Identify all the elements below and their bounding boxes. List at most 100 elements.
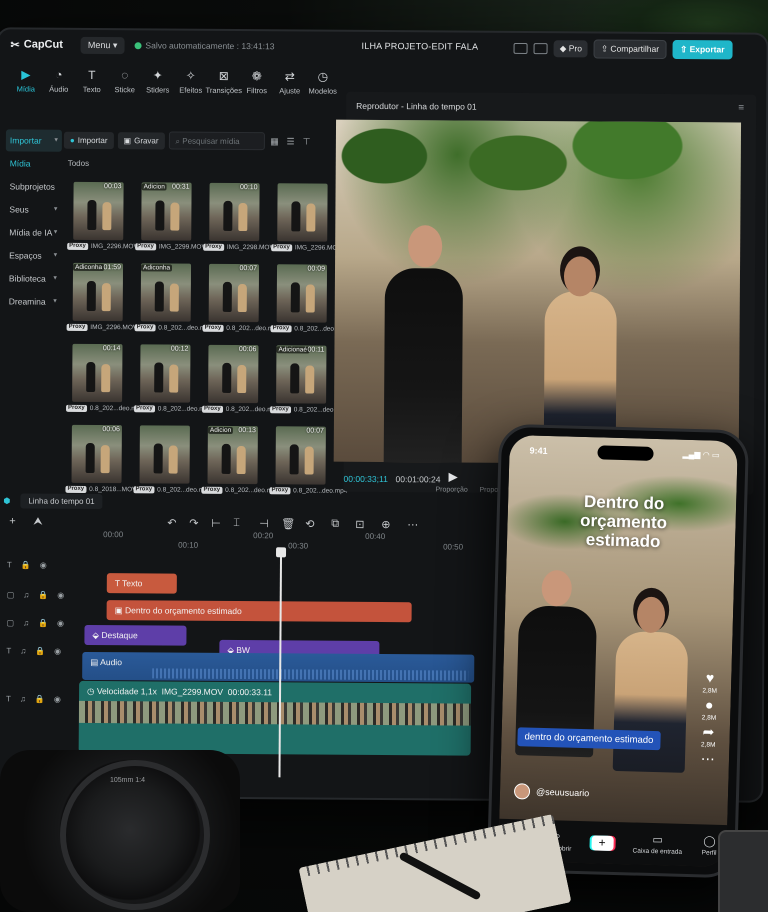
redo-icon[interactable]: ↷: [189, 517, 198, 530]
username-row[interactable]: @seuusuario: [513, 783, 590, 801]
media-item[interactable]: 00:07 Proxy 0.8_202...deo.mp4: [269, 426, 347, 501]
tab-filters[interactable]: ❁ Filtros: [241, 63, 272, 129]
player-menu-icon[interactable]: ≡: [738, 102, 744, 113]
media-item[interactable]: Proxy IMG_2296.MOV: [271, 183, 342, 258]
media-thumbnail[interactable]: 00:06: [71, 424, 122, 484]
media-item[interactable]: 00:03 Proxy IMG_2296.MOV: [67, 181, 138, 257]
phone-nav-create[interactable]: +: [590, 834, 614, 851]
export-button[interactable]: ⇧ Exportar: [672, 40, 733, 60]
text-clip[interactable]: T Texto: [106, 573, 177, 594]
media-item[interactable]: 00:06 Proxy 0.8_2018...MOV: [65, 424, 137, 500]
media-thumbnail[interactable]: 00:07: [275, 426, 326, 485]
media-thumbnail[interactable]: Adiconha 01:59: [72, 262, 124, 322]
media-thumbnail[interactable]: Adiconha: [140, 263, 192, 322]
play-icon[interactable]: ▶: [449, 469, 458, 483]
reverse-icon[interactable]: ⟲: [305, 517, 314, 530]
nav-item-2[interactable]: Subprojetos: [6, 175, 62, 197]
aspect-ratio-label[interactable]: Proporção: [435, 486, 467, 493]
comment-icon[interactable]: ●: [705, 696, 714, 712]
nav-item-6[interactable]: Biblioteca ▾: [5, 267, 61, 289]
media-thumbnail[interactable]: 00:06: [208, 344, 259, 404]
nav-item-0[interactable]: Importar ▾: [5, 129, 62, 152]
media-item[interactable]: 00:09 Proxy 0.8_202...deo.mp4: [270, 264, 349, 339]
media-thumbnail[interactable]: 00:03: [73, 181, 124, 241]
share-icon[interactable]: ➦: [702, 723, 714, 739]
media-thumbnail[interactable]: [139, 425, 190, 484]
nav-item-7[interactable]: Dreamina ▾: [5, 290, 61, 312]
tab-effects[interactable]: ✧ Efeitos: [175, 63, 206, 129]
media-item[interactable]: Proxy 0.8_202...deo.mp4: [133, 425, 211, 500]
pro-button[interactable]: ◆ Pro: [553, 40, 589, 58]
media-thumbnail[interactable]: Adicionaé 00:11: [276, 345, 327, 404]
media-thumbnail[interactable]: 00:10: [209, 182, 260, 242]
nav-item-4[interactable]: Mídia de IA ▾: [5, 221, 61, 243]
timeline-tab[interactable]: Linha do tempo 01: [20, 492, 103, 509]
nav-item-3[interactable]: Seus ▾: [5, 198, 61, 220]
eye-icon[interactable]: ◉: [54, 695, 61, 704]
split-left-icon[interactable]: ⊢: [211, 517, 221, 530]
more-icon[interactable]: ⋯: [407, 518, 418, 531]
tab-adjust[interactable]: ⇄ Ajuste: [274, 63, 305, 129]
pointer-icon[interactable]: ⮝: [33, 516, 42, 529]
tab-transitions[interactable]: ⊠ Transições: [206, 63, 242, 129]
eye-icon[interactable]: ◉: [40, 561, 47, 570]
share-button[interactable]: ⇪ Compartilhar: [593, 39, 667, 59]
lock-icon[interactable]: 🔒: [35, 695, 45, 704]
import-button[interactable]: ● Importar: [63, 131, 114, 149]
more-dots-icon[interactable]: ⋯: [701, 750, 715, 766]
split-icon[interactable]: ⌶: [233, 517, 240, 530]
checkbox-icon[interactable]: ▢: [7, 618, 15, 627]
heart-icon[interactable]: ♥: [706, 669, 715, 685]
add-icon[interactable]: +: [9, 515, 16, 527]
phone-nav-inbox[interactable]: ▭ Caixa de entrada: [632, 832, 682, 856]
crop-icon[interactable]: ⊡: [355, 518, 364, 531]
split-right-icon[interactable]: ⊣: [259, 517, 269, 530]
highlight-clip[interactable]: ⬙ Destaque: [84, 624, 187, 646]
media-thumbnail[interactable]: 00:07: [208, 263, 260, 323]
tab-audio[interactable]: ◔ Áudio: [43, 62, 74, 128]
nav-item-1[interactable]: Mídia: [6, 152, 62, 174]
eye-icon[interactable]: ◉: [57, 619, 64, 628]
tab-stiders[interactable]: ✦ Stiders: [142, 62, 173, 128]
lock-icon[interactable]: 🔒: [21, 560, 31, 569]
record-button[interactable]: ▣ Gravar: [117, 131, 165, 149]
media-item[interactable]: 00:14 Proxy 0.8_202...deo.mp4: [66, 343, 144, 419]
lock-icon[interactable]: 🔒: [38, 619, 48, 628]
grid-view-icon[interactable]: ▦: [269, 136, 281, 147]
phone-nav-profile[interactable]: ◯ Perfil: [702, 834, 717, 856]
media-item[interactable]: Adicionaé 00:11 Proxy 0.8_202...deo.mp4: [270, 345, 348, 420]
checkbox-icon[interactable]: ▢: [7, 590, 15, 599]
mirror-icon[interactable]: ⧉: [331, 518, 339, 531]
media-item[interactable]: 00:12 Proxy 0.8_202...deo.mp4: [134, 344, 212, 419]
media-thumbnail[interactable]: 00:14: [72, 343, 123, 403]
tab-templates[interactable]: ◷ Modelos: [307, 63, 338, 129]
eye-icon[interactable]: ◉: [57, 591, 64, 600]
undo-icon[interactable]: ↶: [167, 517, 176, 530]
tab-text[interactable]: T Texto: [76, 62, 107, 128]
eye-icon[interactable]: ◉: [54, 647, 61, 656]
media-thumbnail[interactable]: Adicion 00:31: [141, 182, 192, 241]
tab-media[interactable]: ▶ Mídia: [10, 61, 41, 127]
media-item[interactable]: 00:06 Proxy 0.8_202...deo.mp4: [202, 344, 280, 420]
media-item[interactable]: 00:07 Proxy 0.8_202...deo.mp4: [202, 263, 281, 339]
media-item[interactable]: Adiconha 01:59 Proxy IMG_2296.MOV: [66, 262, 137, 338]
media-thumbnail[interactable]: 00:12: [140, 344, 191, 403]
caption-clip[interactable]: ▣ Dentro do orçamento estimado: [106, 600, 412, 623]
media-thumbnail[interactable]: [277, 183, 328, 242]
layout-icon[interactable]: [513, 42, 528, 55]
sort-icon[interactable]: ☰: [285, 136, 297, 147]
media-item[interactable]: 00:10 Proxy IMG_2298.MOV: [203, 182, 274, 258]
filter-icon[interactable]: ⊤: [301, 136, 313, 147]
delete-icon[interactable]: 🗑: [281, 517, 295, 530]
zoom-icon[interactable]: ⊕: [381, 518, 390, 531]
nav-item-5[interactable]: Espaços ▾: [5, 244, 61, 266]
video-clip[interactable]: ◷ Velocidade 1,1x IMG_2299.MOV 00:00:33.…: [78, 680, 472, 756]
media-item[interactable]: Adiconha Proxy 0.8_202...deo.mp4: [134, 263, 213, 338]
media-thumbnail[interactable]: 00:09: [276, 264, 328, 323]
media-item[interactable]: Adicion 00:31 Proxy IMG_2299.MOV: [135, 182, 206, 257]
media-thumbnail[interactable]: Adicion 00:13: [207, 425, 258, 485]
lock-icon[interactable]: 🔒: [38, 591, 48, 600]
tab-sticker[interactable]: ◌ Sticke: [109, 62, 140, 128]
avatar[interactable]: [513, 783, 531, 800]
menu-button[interactable]: Menu ▾: [80, 36, 125, 54]
